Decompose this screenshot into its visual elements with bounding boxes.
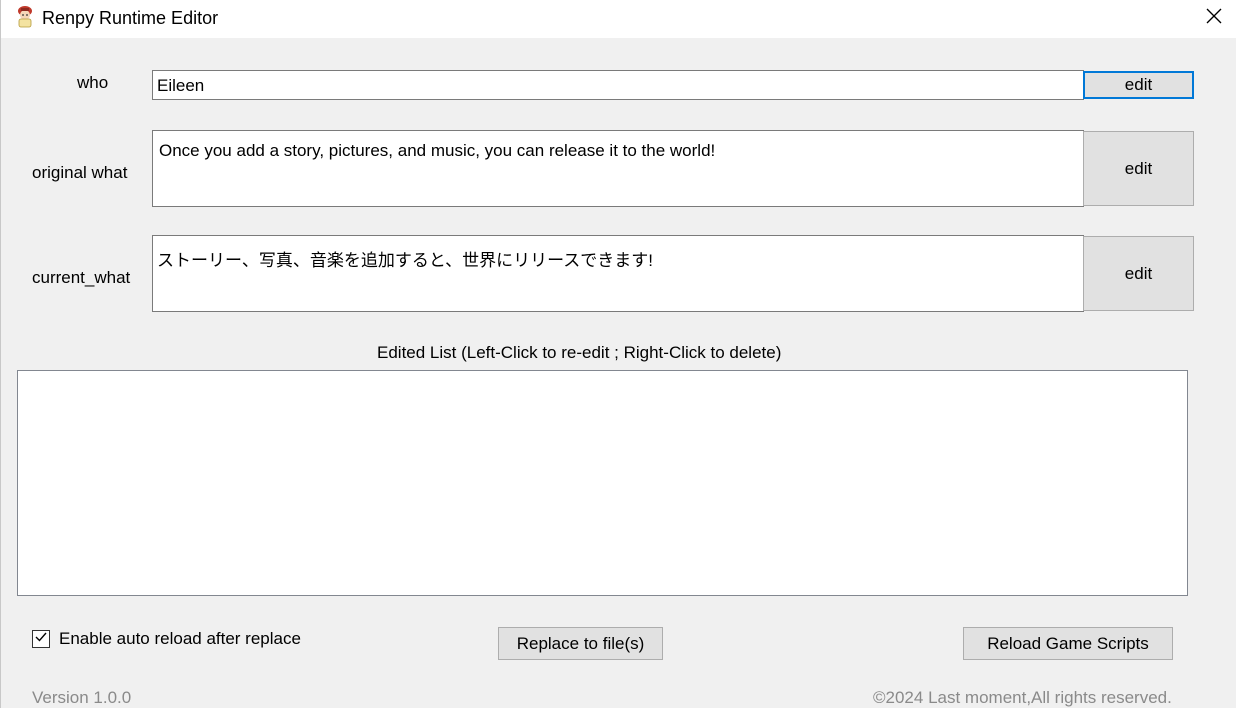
- checkmark-icon: [34, 630, 48, 649]
- original-what-edit-button[interactable]: edit: [1083, 131, 1194, 206]
- current-what-label: current_what: [32, 268, 131, 287]
- who-input[interactable]: Eileen: [152, 70, 1084, 100]
- app-window: Renpy Runtime Editor who Eileen edit ori…: [0, 0, 1236, 708]
- original-what-textarea[interactable]: Once you add a story, pictures, and musi…: [152, 130, 1084, 207]
- version-text: Version 1.0.0: [32, 688, 132, 707]
- auto-reload-label: Enable auto reload after replace: [59, 629, 301, 648]
- who-label: who: [77, 73, 109, 92]
- edited-list-box[interactable]: [17, 370, 1188, 596]
- close-icon: [1205, 7, 1223, 30]
- close-button[interactable]: [1191, 0, 1236, 36]
- edited-list-heading: Edited List (Left-Click to re-edit ; Rig…: [377, 343, 782, 362]
- current-what-edit-button[interactable]: edit: [1083, 236, 1194, 311]
- copyright-text: ©2024 Last moment,All rights reserved.: [873, 688, 1172, 707]
- replace-to-files-button[interactable]: Replace to file(s): [498, 627, 663, 660]
- original-what-label: original what: [32, 163, 128, 182]
- window-title: Renpy Runtime Editor: [42, 8, 219, 28]
- reload-game-scripts-button[interactable]: Reload Game Scripts: [963, 627, 1173, 660]
- current-what-textarea[interactable]: ストーリー、写真、音楽を追加すると、世界にリリースできます!: [152, 235, 1084, 312]
- title-bar[interactable]: Renpy Runtime Editor: [1, 0, 1236, 38]
- who-edit-button[interactable]: edit: [1083, 71, 1194, 99]
- auto-reload-option[interactable]: Enable auto reload after replace: [32, 629, 301, 649]
- auto-reload-checkbox[interactable]: [32, 630, 50, 648]
- renpy-character-icon: [15, 5, 35, 29]
